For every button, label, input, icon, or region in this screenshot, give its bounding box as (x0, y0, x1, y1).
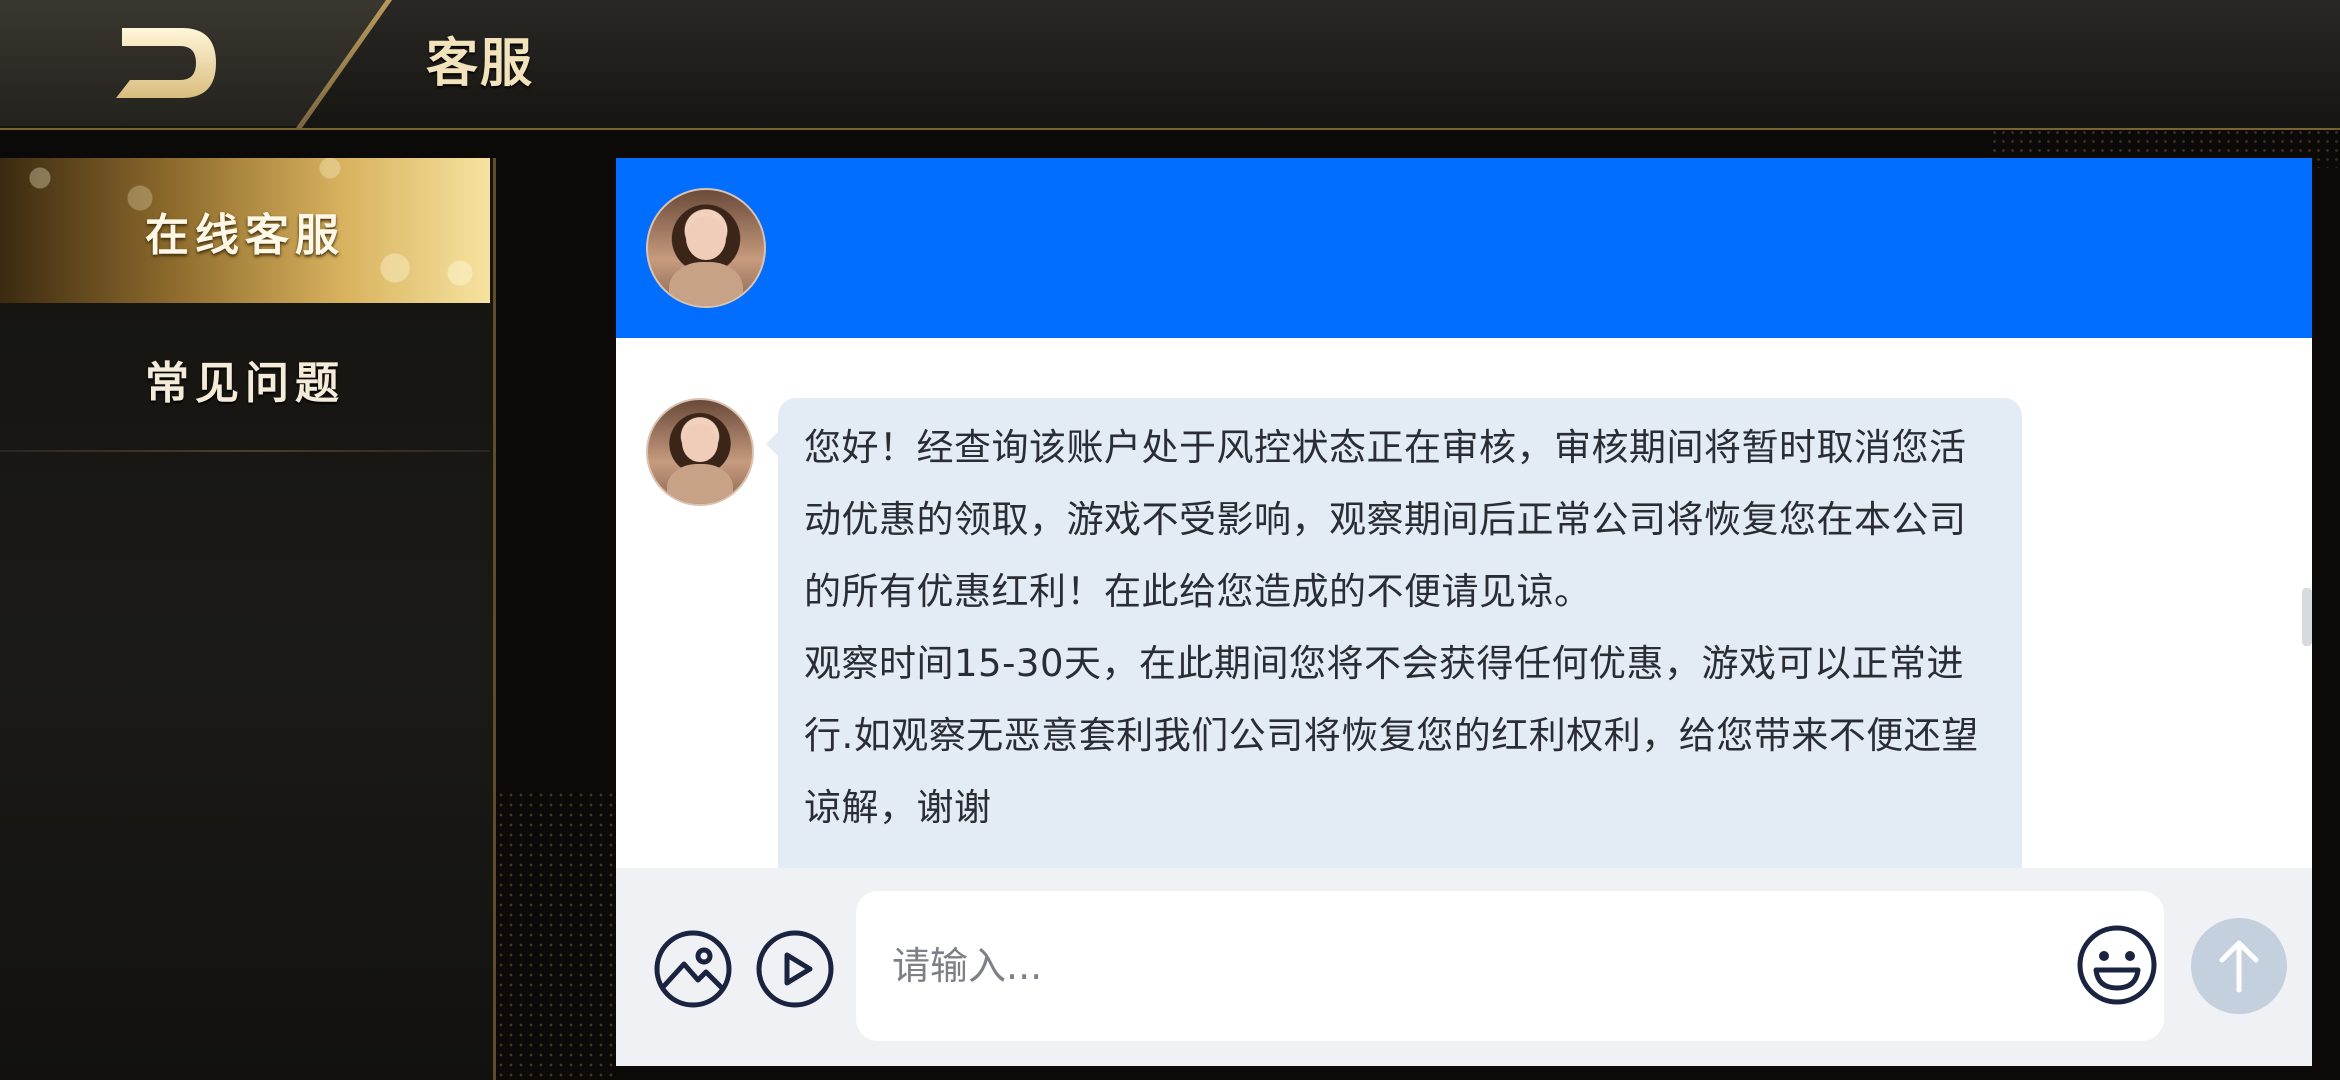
message-paragraph: 您好！经查询该账户处于风控状态正在审核，审核期间将暂时取消您活动优惠的领取，游戏… (804, 426, 1967, 613)
send-arrow-icon (2219, 940, 2259, 993)
chat-header (616, 158, 2312, 338)
back-button[interactable] (110, 26, 220, 101)
avatar-body (668, 261, 744, 306)
message-bubble: 您好！经查询该账户处于风控状态正在审核，审核期间将暂时取消您活动优惠的领取，游戏… (766, 398, 2022, 898)
image-upload-button[interactable] (652, 928, 734, 1010)
avatar-face (686, 215, 726, 260)
chat-panel: 您好！经查询该账户处于风控状态正在审核，审核期间将暂时取消您活动优惠的领取，游戏… (616, 158, 2312, 1066)
avatar-body (666, 464, 734, 504)
sidebar-divider (0, 450, 490, 452)
scrollbar-thumb[interactable] (2302, 588, 2312, 646)
send-button[interactable] (2191, 918, 2287, 1014)
back-arrow-icon (116, 28, 216, 98)
message-paragraph: 观察时间15-30天，在此期间您将不会获得任何优惠，游戏可以正常进行.如观察无恶… (804, 642, 1979, 829)
input-bar (616, 868, 2312, 1066)
avatar-face (682, 422, 718, 463)
agent-avatar (646, 188, 766, 308)
sidebar-item-label: 在线客服 (145, 209, 345, 261)
decorative-dots (496, 790, 616, 1080)
top-bar: 客服 (0, 0, 2340, 130)
message-input[interactable] (856, 891, 2164, 1041)
video-button[interactable] (754, 928, 836, 1010)
sidebar: 在线客服 常见问题 (0, 158, 496, 1080)
page-title: 客服 (426, 34, 535, 94)
emoji-button[interactable] (2074, 922, 2160, 1008)
emoji-icon (2077, 925, 2157, 1005)
play-icon (756, 930, 834, 1008)
sidebar-item-online-service[interactable]: 在线客服 (0, 158, 490, 303)
image-icon (654, 930, 732, 1008)
sidebar-item-label: 常见问题 (145, 357, 345, 409)
message-avatar (646, 398, 754, 506)
sidebar-item-faq[interactable]: 常见问题 (0, 306, 490, 451)
